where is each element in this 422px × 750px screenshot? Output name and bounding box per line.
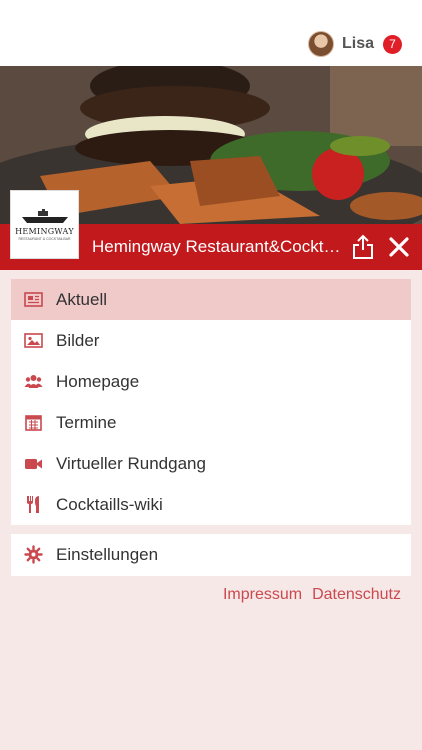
venue-title: Hemingway Restaurant&Cocktailbar [92, 237, 342, 256]
menu-item-label: Termine [56, 413, 117, 432]
users-icon [24, 375, 43, 388]
user-name[interactable]: Lisa [342, 35, 374, 53]
menu-item-label: Virtueller Rundgang [56, 454, 206, 473]
menu-item-einstellungen[interactable]: Einstellungen [11, 534, 411, 576]
menu-item-label: Aktuell [56, 290, 108, 309]
user-profile[interactable]: Lisa 7 [307, 30, 402, 58]
logo-subtext: RESTAURANT & COCKTAILBAR [18, 236, 71, 241]
venue-logo: HEMINGWAY RESTAURANT & COCKTAILBAR [10, 190, 79, 259]
menu-item-label: Cocktaills-wiki [56, 495, 163, 514]
newspaper-icon [24, 292, 43, 307]
datenschutz-link[interactable]: Datenschutz [312, 586, 401, 604]
top-bar: Lisa 7 [0, 0, 422, 66]
menu-item-aktuell[interactable]: Aktuell [11, 279, 411, 320]
menu-item-homepage[interactable]: Homepage [11, 361, 411, 402]
close-icon[interactable] [388, 236, 410, 258]
logo-text: HEMINGWAY [15, 226, 74, 236]
menu-item-label: Homepage [56, 372, 140, 391]
calendar-icon [25, 415, 42, 431]
navigation-menu: Aktuell Bilder Homepage Termine Virtuell… [11, 279, 411, 525]
impressum-link[interactable]: Impressum [223, 586, 302, 604]
footer-links: Impressum Datenschutz [223, 586, 401, 604]
ship-icon [21, 208, 68, 223]
image-icon [24, 333, 43, 348]
settings-label: Einstellungen [56, 545, 159, 564]
notification-badge[interactable]: 7 [383, 34, 402, 54]
menu-item-bilder[interactable]: Bilder [11, 320, 411, 361]
fork-knife-icon [27, 496, 39, 513]
gear-icon [24, 545, 43, 564]
share-icon[interactable] [351, 234, 375, 260]
menu-item-virtueller-rundgang[interactable]: Virtueller Rundgang [11, 443, 411, 484]
menu-item-termine[interactable]: Termine [11, 402, 411, 443]
avatar[interactable] [307, 31, 334, 57]
menu-item-label: Bilder [56, 331, 100, 350]
video-camera-icon [25, 459, 42, 469]
menu-item-cocktails-wiki[interactable]: Cocktaills-wiki [11, 484, 411, 525]
